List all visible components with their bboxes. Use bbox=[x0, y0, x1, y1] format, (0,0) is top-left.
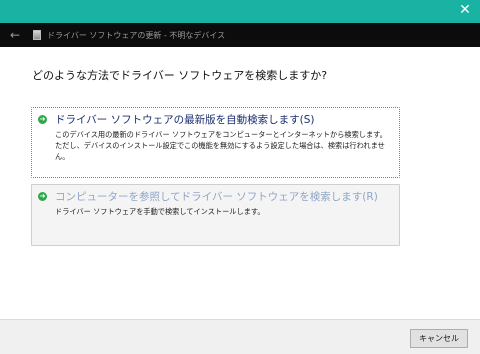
title-bar: ✕ bbox=[0, 0, 480, 23]
browse-computer-description: ドライバー ソフトウェアを手動で検索してインストールします。 bbox=[55, 207, 265, 216]
window-title: ドライバー ソフトウェアの更新 - 不明なデバイス bbox=[47, 30, 226, 40]
device-icon bbox=[33, 30, 41, 40]
auto-search-title: ドライバー ソフトウェアの最新版を自動検索します(S) bbox=[55, 114, 315, 126]
close-button[interactable]: ✕ bbox=[450, 0, 480, 20]
wizard-content: どのような方法でドライバー ソフトウェアを検索しますか? ➜ ドライバー ソフト… bbox=[0, 47, 480, 319]
footer-bar: キャンセル bbox=[0, 319, 480, 354]
back-arrow-icon: ← bbox=[9, 28, 21, 42]
back-button[interactable]: ← bbox=[5, 28, 25, 42]
auto-search-option[interactable]: ➜ ドライバー ソフトウェアの最新版を自動検索します(S) このデバイス用の最新… bbox=[31, 107, 400, 178]
page-question: どのような方法でドライバー ソフトウェアを検索しますか? bbox=[32, 69, 328, 82]
browse-computer-title: コンピューターを参照してドライバー ソフトウェアを検索します(R) bbox=[55, 191, 378, 203]
cancel-button[interactable]: キャンセル bbox=[410, 329, 468, 348]
green-arrow-icon: ➜ bbox=[38, 192, 47, 201]
close-icon: ✕ bbox=[459, 2, 471, 18]
green-arrow-icon: ➜ bbox=[38, 115, 47, 124]
browse-computer-option[interactable]: ➜ コンピューターを参照してドライバー ソフトウェアを検索します(R) ドライバ… bbox=[31, 184, 400, 246]
navigation-bar: ← ドライバー ソフトウェアの更新 - 不明なデバイス bbox=[0, 23, 480, 47]
auto-search-description: このデバイス用の最新のドライバー ソフトウェアをコンピューターとインターネットか… bbox=[55, 130, 387, 161]
